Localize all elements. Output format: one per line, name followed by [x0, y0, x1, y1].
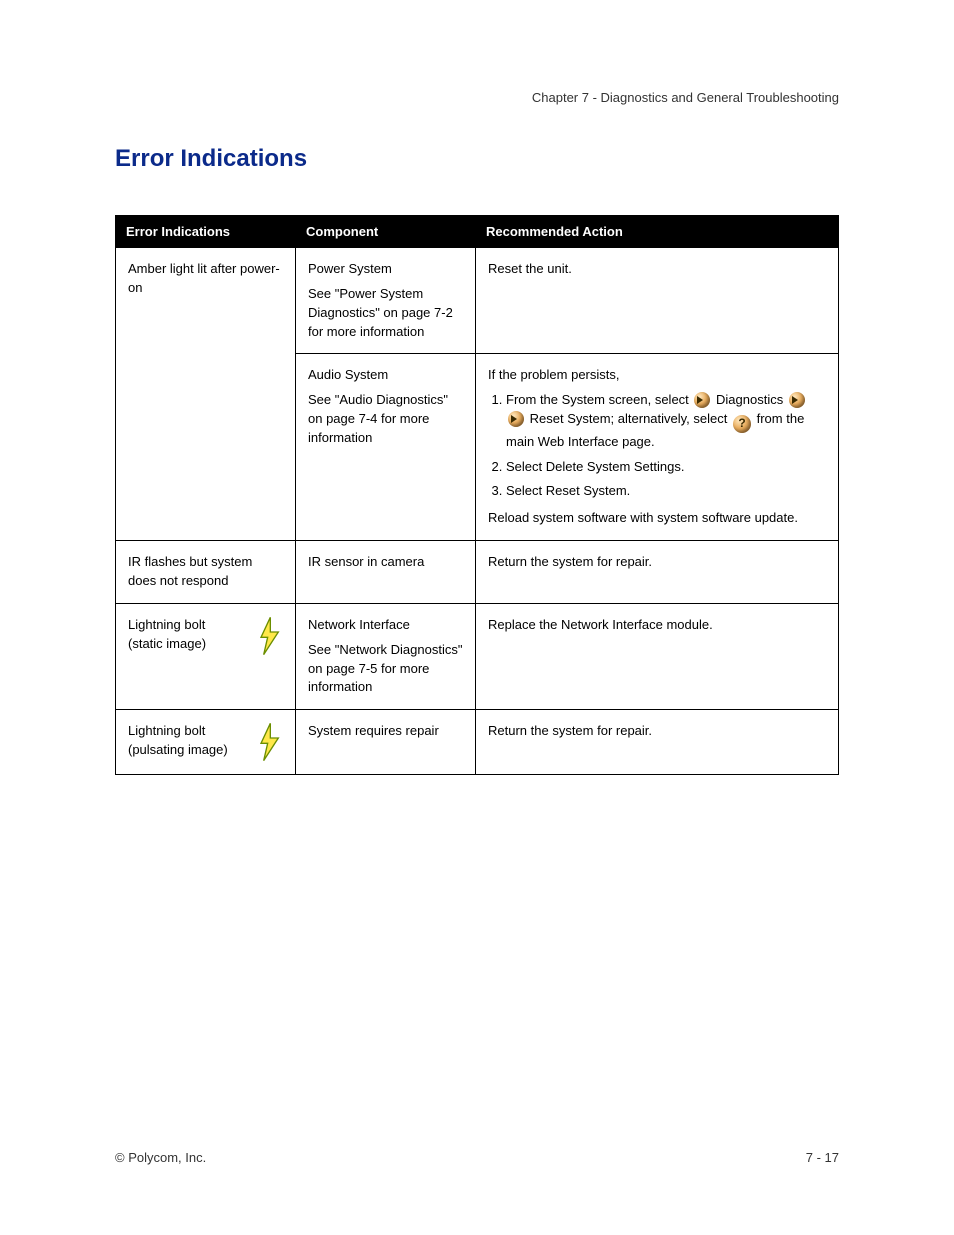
action-text: Replace the Network Interface module. [488, 617, 713, 632]
component-sub: See "Network Diagnostics" on page 7-5 fo… [308, 641, 463, 698]
lightning-bolt-icon [255, 722, 283, 762]
arrow-right-icon [694, 392, 710, 408]
cell-action: Reset the unit. [476, 248, 839, 354]
section-title: Error Indications [115, 145, 839, 173]
footer-copyright: © Polycom, Inc. [115, 1150, 206, 1165]
cell-indication: Amber light lit after power-on [116, 248, 296, 541]
action-text: Return the system for repair. [488, 723, 652, 738]
step-text: alternatively, select [618, 411, 731, 426]
help-icon: ? [733, 415, 751, 433]
footer-pageno: 7 - 17 [806, 1150, 839, 1165]
cell-indication: Lightning bolt (static image) [116, 603, 296, 709]
action-text: Reset the unit. [488, 261, 572, 276]
step-text: From the System screen, select [506, 392, 692, 407]
indication-sub: (static image) [128, 635, 247, 654]
action-text: Return the system for repair. [488, 554, 652, 569]
step-text: Diagnostics [716, 392, 783, 407]
cell-indication: Lightning bolt (pulsating image) [116, 710, 296, 775]
cell-action: Return the system for repair. [476, 710, 839, 775]
cell-indication: IR flashes but system does not respond [116, 541, 296, 604]
error-indications-table: Error Indications Component Recommended … [115, 215, 839, 775]
cell-action: If the problem persists, From the System… [476, 354, 839, 541]
cell-action: Return the system for repair. [476, 541, 839, 604]
cell-component: Audio System See "Audio Diagnostics" on … [296, 354, 476, 541]
th-action: Recommended Action [476, 216, 839, 248]
cell-component: IR sensor in camera [296, 541, 476, 604]
action-step: Select Delete System Settings. [506, 458, 826, 477]
component-label: System requires repair [308, 723, 439, 738]
arrow-right-icon [508, 411, 524, 427]
component-label: IR sensor in camera [308, 554, 424, 569]
action-step: Select Reset System. [506, 482, 826, 501]
component-label: Network Interface [308, 616, 463, 635]
cell-component: Power System See "Power System Diagnosti… [296, 248, 476, 354]
table-row: Lightning bolt (pulsating image) System … [116, 710, 839, 775]
th-indication: Error Indications [116, 216, 296, 248]
indication-text: Lightning bolt [128, 722, 247, 741]
breadcrumb: Chapter 7 - Diagnostics and General Trou… [115, 90, 839, 105]
table-head-row: Error Indications Component Recommended … [116, 216, 839, 248]
arrow-right-icon [789, 392, 805, 408]
component-label: Power System [308, 260, 463, 279]
cell-component: Network Interface See "Network Diagnosti… [296, 603, 476, 709]
indication-sub: (pulsating image) [128, 741, 247, 760]
table-row: IR flashes but system does not respond I… [116, 541, 839, 604]
component-sub: See "Audio Diagnostics" on page 7-4 for … [308, 391, 463, 448]
cell-action: Replace the Network Interface module. [476, 603, 839, 709]
lightning-bolt-icon [255, 616, 283, 656]
indication-text: IR flashes but system does not respond [128, 554, 252, 588]
action-step: From the System screen, select Diagnosti… [506, 391, 826, 451]
th-component: Component [296, 216, 476, 248]
action-text: Reload system software with system softw… [488, 509, 826, 528]
component-label: Audio System [308, 366, 463, 385]
component-sub: See "Power System Diagnostics" on page 7… [308, 285, 463, 342]
cell-component: System requires repair [296, 710, 476, 775]
indication-text: Amber light lit after power-on [128, 261, 280, 295]
step-text: Reset System [530, 411, 611, 426]
table-row: Lightning bolt (static image) Network In… [116, 603, 839, 709]
table-row: Amber light lit after power-on Power Sys… [116, 248, 839, 354]
page-footer: © Polycom, Inc. 7 - 17 [115, 1150, 839, 1165]
indication-text: Lightning bolt [128, 616, 247, 635]
action-lead: If the problem persists, [488, 366, 826, 385]
